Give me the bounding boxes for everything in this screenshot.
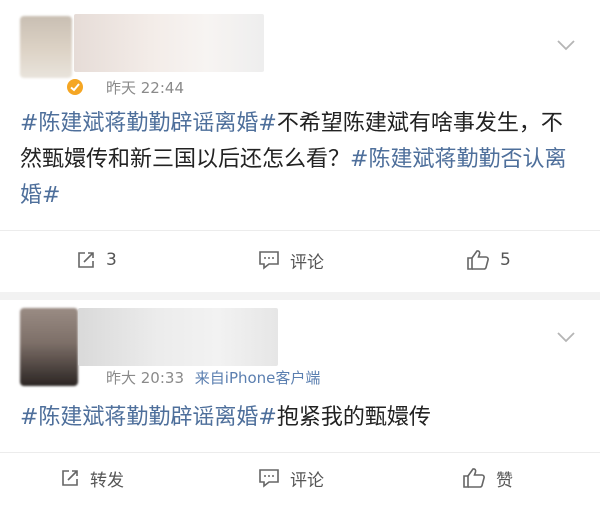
repost-icon xyxy=(62,470,78,486)
comment-icon xyxy=(259,251,279,270)
comment-icon xyxy=(259,469,279,488)
chevron-down-icon[interactable] xyxy=(556,330,576,344)
avatar[interactable] xyxy=(20,308,78,386)
post-timestamp: 昨天 22:44 xyxy=(106,77,184,98)
comment-button[interactable]: 评论 xyxy=(258,458,324,498)
weibo-post-card: 昨大 20:33 来自iPhone客户端 #陈建斌蒋勤勤辟谣离婚#抱紧我的甄嬛传… xyxy=(0,300,600,516)
thumbs-up-icon xyxy=(463,468,485,488)
comment-label: 评论 xyxy=(290,470,324,491)
repost-icon xyxy=(78,252,94,268)
chevron-down-icon[interactable] xyxy=(556,38,576,52)
post-content: #陈建斌蒋勤勤辟谣离婚#不希望陈建斌有啥事发生，不然甄嬛传和新三国以后还怎么看？… xyxy=(20,106,578,214)
username[interactable] xyxy=(74,14,264,72)
verified-badge-icon xyxy=(67,79,83,95)
divider xyxy=(0,452,600,453)
post-source[interactable]: 来自iPhone客户端 xyxy=(195,369,321,387)
divider xyxy=(0,230,600,231)
post-actions: 3 评论 5 xyxy=(0,240,600,280)
post-time: 昨天 22:44 xyxy=(106,79,184,97)
topic-link[interactable]: #陈建斌蒋勤勤辟谣离婚# xyxy=(20,111,277,136)
comment-button[interactable]: 评论 xyxy=(258,240,324,280)
repost-button[interactable]: 3 xyxy=(76,240,117,280)
repost-count: 3 xyxy=(106,250,117,270)
like-button[interactable]: 赞 xyxy=(462,458,513,498)
like-count: 5 xyxy=(500,250,511,270)
post-content: #陈建斌蒋勤勤辟谣离婚#抱紧我的甄嬛传 xyxy=(20,400,578,436)
post-text: 抱紧我的甄嬛传 xyxy=(276,405,431,430)
like-label: 赞 xyxy=(496,470,513,491)
repost-button[interactable]: 转发 xyxy=(60,458,124,498)
repost-label: 转发 xyxy=(90,470,124,491)
post-actions: 转发 评论 赞 xyxy=(0,458,600,498)
username[interactable] xyxy=(78,308,278,366)
topic-link[interactable]: #陈建斌蒋勤勤辟谣离婚# xyxy=(20,405,277,430)
avatar[interactable] xyxy=(20,16,72,78)
post-timestamp: 昨大 20:33 来自iPhone客户端 xyxy=(106,367,320,388)
thumbs-up-icon xyxy=(467,250,489,270)
like-button[interactable]: 5 xyxy=(466,240,511,280)
post-time: 昨大 20:33 xyxy=(106,369,184,387)
comment-label: 评论 xyxy=(290,252,324,273)
weibo-post-card: 昨天 22:44 #陈建斌蒋勤勤辟谣离婚#不希望陈建斌有啥事发生，不然甄嬛传和新… xyxy=(0,0,600,292)
